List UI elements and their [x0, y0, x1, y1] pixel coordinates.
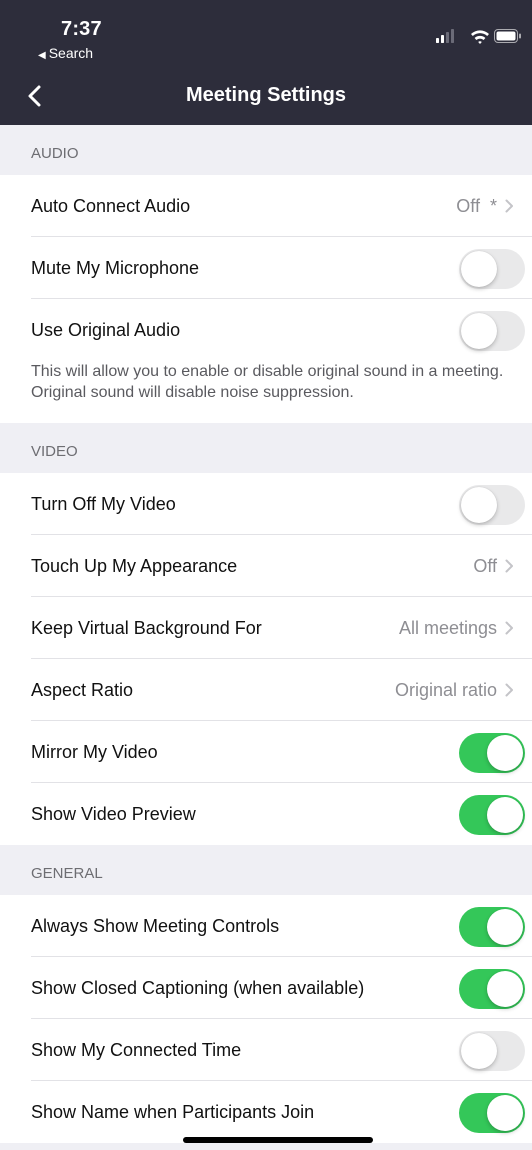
section-header-general: GENERAL — [0, 845, 532, 895]
touch-up-appearance-value: Off — [473, 535, 514, 597]
chevron-right-icon — [505, 621, 513, 635]
aspect-ratio-label: Aspect Ratio — [31, 679, 134, 700]
mirror-video-toggle[interactable] — [459, 733, 525, 773]
virtual-background-label: Keep Virtual Background For — [31, 617, 262, 638]
name-on-join-row: Show Name when Participants Join — [0, 1081, 532, 1143]
meeting-controls-label: Always Show Meeting Controls — [31, 915, 280, 936]
page-title: Meeting Settings — [185, 84, 346, 106]
connected-time-toggle[interactable] — [459, 1031, 525, 1071]
mute-microphone-label: Mute My Microphone — [31, 257, 200, 278]
aspect-ratio-row[interactable]: Aspect Ratio Original ratio — [0, 659, 532, 721]
closed-captioning-row: Show Closed Captioning (when available) — [0, 957, 532, 1019]
back-to-app-link[interactable]: ◀ Search — [38, 45, 93, 61]
touch-up-appearance-value-text: Off — [473, 555, 497, 576]
original-audio-row: Use Original Audio — [0, 299, 532, 361]
touch-up-appearance-label: Touch Up My Appearance — [31, 555, 238, 576]
auto-connect-audio-row[interactable]: Auto Connect Audio Off * — [0, 175, 532, 237]
auto-connect-audio-value-text: Off — [456, 195, 480, 216]
turn-off-video-row: Turn Off My Video — [0, 473, 532, 535]
original-audio-description: This will allow you to enable or disable… — [0, 361, 532, 423]
toggle-knob — [461, 487, 497, 523]
original-audio-label: Use Original Audio — [31, 319, 181, 340]
section-header-video: VIDEO — [0, 423, 532, 473]
virtual-background-value-text: All meetings — [398, 617, 497, 638]
closed-captioning-toggle[interactable] — [459, 969, 525, 1009]
meeting-controls-toggle[interactable] — [459, 907, 525, 947]
auto-connect-audio-value: Off * — [456, 175, 514, 237]
chevron-right-icon — [505, 199, 513, 213]
toggle-knob — [461, 313, 497, 349]
home-indicator — [183, 1137, 373, 1143]
status-time: 7:37 — [61, 18, 102, 40]
video-preview-row: Show Video Preview — [0, 783, 532, 845]
back-triangle-icon: ◀ — [38, 50, 46, 61]
mirror-video-label: Mirror My Video — [31, 741, 158, 762]
chevron-right-icon — [505, 683, 513, 697]
status-icons — [436, 29, 521, 44]
turn-off-video-label: Turn Off My Video — [31, 493, 176, 514]
video-preview-toggle[interactable] — [459, 795, 525, 835]
name-on-join-toggle[interactable] — [459, 1093, 525, 1133]
toggle-knob — [487, 735, 523, 771]
toggle-knob — [487, 797, 523, 833]
virtual-background-value: All meetings — [399, 597, 514, 659]
app-header: 7:37 ◀ Search Meeting Settings — [0, 0, 532, 125]
toggle-knob — [487, 1095, 523, 1131]
mute-microphone-row: Mute My Microphone — [0, 237, 532, 299]
name-on-join-label: Show Name when Participants Join — [31, 1101, 315, 1122]
auto-connect-audio-marker: * — [489, 195, 497, 216]
touch-up-appearance-row[interactable]: Touch Up My Appearance Off — [0, 535, 532, 597]
connected-time-label: Show My Connected Time — [31, 1039, 242, 1060]
toggle-knob — [461, 251, 497, 287]
original-audio-toggle[interactable] — [459, 311, 525, 351]
toggle-knob — [461, 1033, 497, 1069]
mute-microphone-toggle[interactable] — [459, 249, 525, 289]
cellular-signal-icon — [436, 29, 454, 43]
auto-connect-audio-label: Auto Connect Audio — [31, 195, 191, 216]
turn-off-video-toggle[interactable] — [459, 485, 525, 525]
meeting-controls-row: Always Show Meeting Controls — [0, 895, 532, 957]
toggle-knob — [487, 971, 523, 1007]
connected-time-row: Show My Connected Time — [0, 1019, 532, 1081]
mirror-video-row: Mirror My Video — [0, 721, 532, 783]
video-preview-label: Show Video Preview — [31, 803, 196, 824]
back-app-label: Search — [48, 45, 94, 61]
wifi-icon — [471, 30, 489, 44]
virtual-background-row[interactable]: Keep Virtual Background For All meetings — [0, 597, 532, 659]
aspect-ratio-value: Original ratio — [395, 659, 514, 721]
aspect-ratio-value-text: Original ratio — [394, 679, 497, 700]
closed-captioning-label: Show Closed Captioning (when available) — [31, 977, 365, 998]
toggle-knob — [487, 909, 523, 945]
section-header-audio: AUDIO — [0, 125, 532, 175]
settings-list: AUDIO Auto Connect Audio Off * Mute My M… — [0, 125, 532, 1143]
chevron-right-icon — [505, 559, 513, 573]
battery-icon — [494, 29, 521, 43]
